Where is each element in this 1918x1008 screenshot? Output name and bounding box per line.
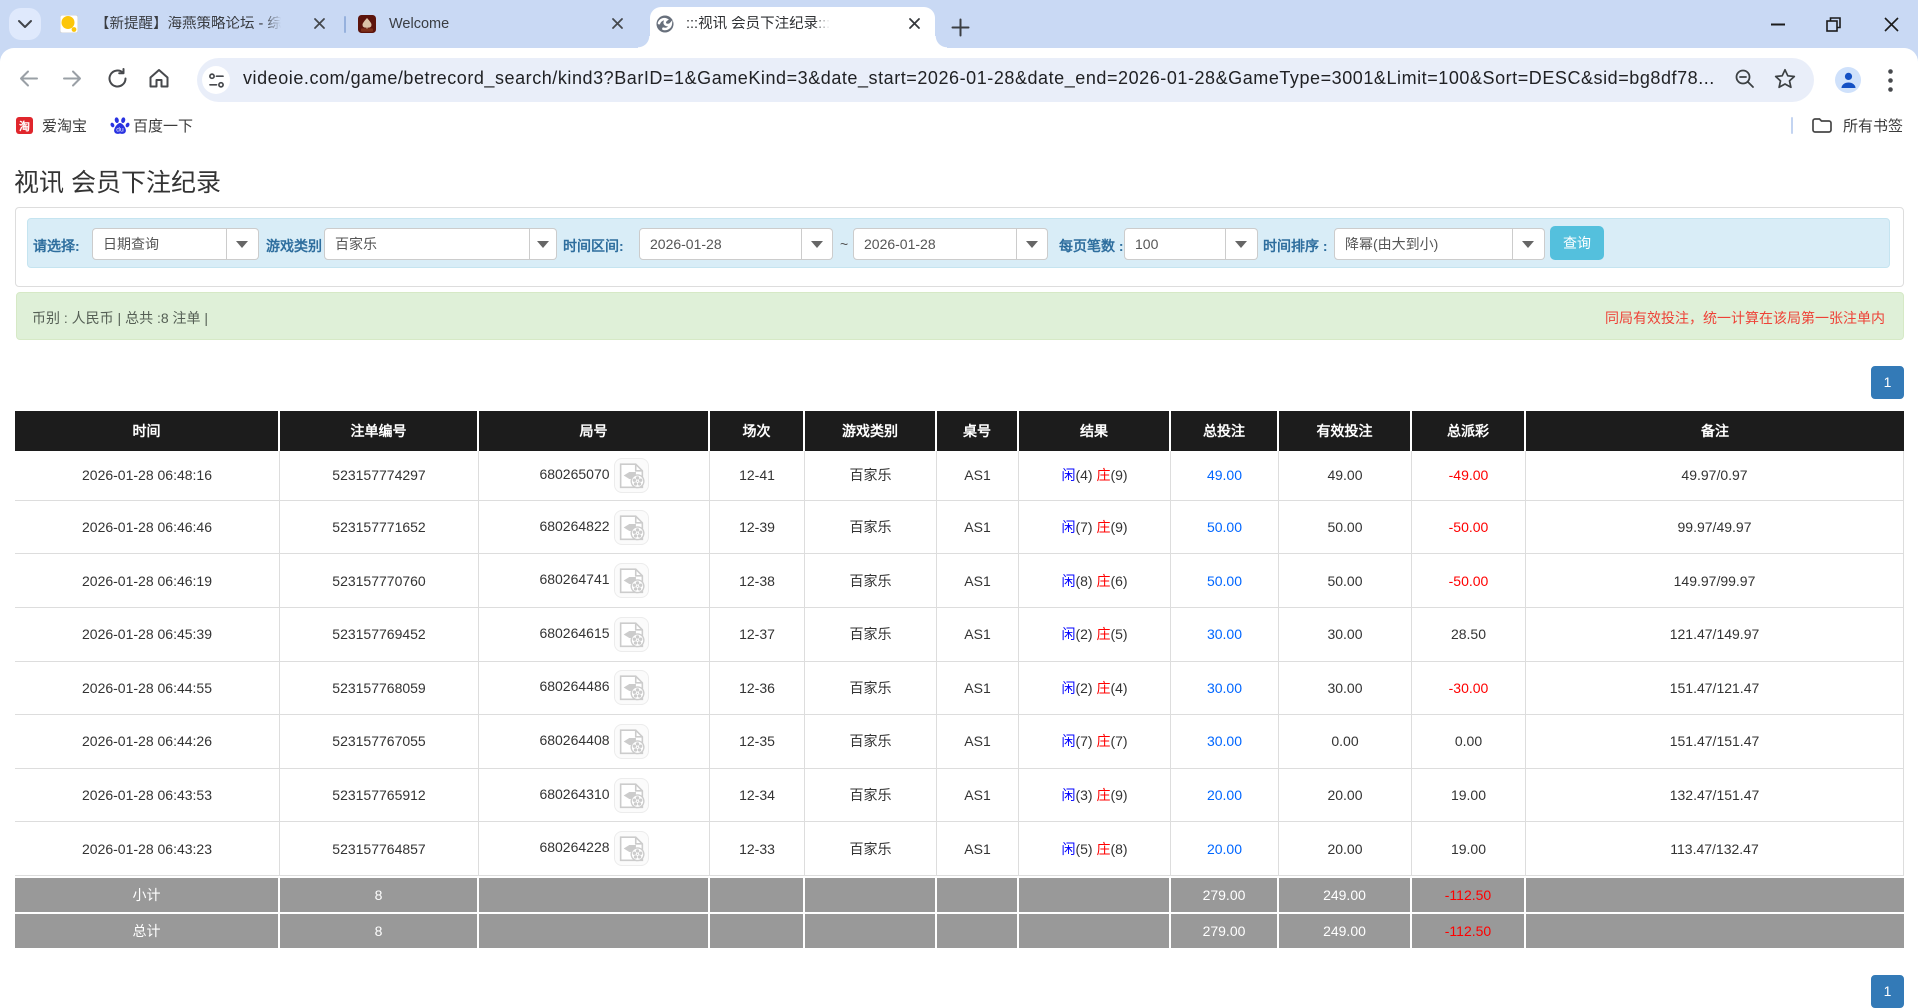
svg-text:淘: 淘 <box>19 119 30 133</box>
svg-text:du: du <box>116 127 124 134</box>
